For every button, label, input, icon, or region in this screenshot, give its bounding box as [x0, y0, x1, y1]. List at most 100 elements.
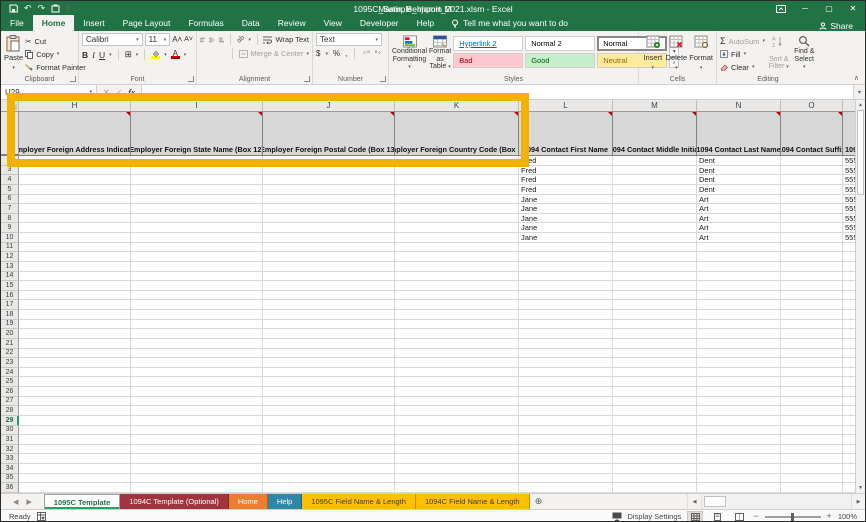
row-number[interactable]: 6	[1, 194, 19, 205]
cell-O24[interactable]	[781, 367, 843, 378]
underline-caret-icon[interactable]: ▾	[109, 52, 112, 58]
cell-N4[interactable]: Dent	[697, 175, 781, 185]
cell-H36[interactable]	[19, 483, 131, 493]
cell-N9[interactable]: Art	[697, 223, 781, 233]
cell-O13[interactable]	[781, 261, 843, 272]
cell-I19[interactable]	[131, 319, 263, 330]
display-settings-label[interactable]: Display Settings	[628, 512, 682, 521]
cell-L7[interactable]: Jane	[519, 204, 613, 214]
cell-H7[interactable]	[19, 204, 131, 214]
cell-N13[interactable]	[697, 261, 781, 272]
cell-K8[interactable]	[395, 213, 519, 224]
column-header-M[interactable]: M	[613, 100, 697, 111]
cell-M31[interactable]	[613, 435, 697, 445]
cell-H17[interactable]	[19, 300, 131, 310]
normal-view-icon[interactable]	[687, 511, 704, 521]
cell-K28[interactable]	[395, 406, 519, 416]
cell-L19[interactable]	[519, 319, 613, 330]
increase-decimal-icon[interactable]: ⁘⁰	[362, 50, 369, 57]
cell-J8[interactable]	[263, 213, 395, 224]
header-cell-H[interactable]: Employer Foreign Address Indicator	[19, 112, 131, 155]
cell-N14[interactable]	[697, 271, 781, 282]
cell-N2[interactable]: Dent	[697, 156, 781, 166]
cell-M18[interactable]	[613, 310, 697, 320]
sheet-tab-1095c-template[interactable]: 1095C Template	[43, 494, 121, 509]
cell-H5[interactable]	[19, 184, 131, 195]
cell-J33[interactable]	[263, 454, 395, 464]
cell-N11[interactable]	[697, 242, 781, 253]
cell-O2[interactable]	[781, 156, 843, 166]
cell-H4[interactable]	[19, 175, 131, 185]
row-number[interactable]: 19	[1, 319, 19, 330]
cell-L31[interactable]	[519, 435, 613, 445]
number-format-combo[interactable]: Text ▾	[316, 33, 382, 46]
cell-style-hyperlink-2[interactable]: Hyperlink 2	[453, 36, 524, 51]
cell-J20[interactable]	[263, 329, 395, 339]
cell-O10[interactable]	[781, 233, 843, 243]
cell-O16[interactable]	[781, 290, 843, 301]
increase-indent-icon[interactable]	[225, 50, 227, 58]
cell-I23[interactable]	[131, 358, 263, 368]
page-break-view-icon[interactable]	[731, 511, 747, 521]
cell-O23[interactable]	[781, 358, 843, 368]
cell-J22[interactable]	[263, 348, 395, 359]
cell-K35[interactable]	[395, 473, 519, 484]
borders-icon[interactable]: ⊞	[125, 48, 132, 61]
cell-L35[interactable]	[519, 473, 613, 484]
cell-L12[interactable]	[519, 252, 613, 262]
new-sheet-icon[interactable]: ⊕	[530, 494, 548, 509]
cell-L32[interactable]	[519, 444, 613, 455]
scroll-down-icon[interactable]: ▼	[856, 483, 865, 493]
header-cell-K[interactable]: Employer Foreign Country Code (Box 13)	[395, 112, 519, 155]
cell-O14[interactable]	[781, 271, 843, 282]
cell-M24[interactable]	[613, 367, 697, 378]
cell-J5[interactable]	[263, 184, 395, 195]
cell-H25[interactable]	[19, 377, 131, 387]
cell-K34[interactable]	[395, 464, 519, 474]
font-color-button[interactable]: A	[170, 50, 180, 59]
header-cell-J[interactable]: Employer Foreign Postal Code (Box 13)	[263, 112, 395, 155]
cell-I28[interactable]	[131, 406, 263, 416]
cell-J13[interactable]	[263, 261, 395, 272]
tab-view[interactable]: View	[315, 15, 351, 31]
scroll-right-icon[interactable]: ▶	[851, 494, 865, 509]
cell-N27[interactable]	[697, 396, 781, 407]
cell-L13[interactable]	[519, 261, 613, 272]
zoom-in-icon[interactable]: +	[827, 512, 832, 521]
cell-H10[interactable]	[19, 233, 131, 243]
cell-N15[interactable]	[697, 281, 781, 291]
row-number[interactable]: 34	[1, 464, 19, 474]
cell-M6[interactable]	[613, 194, 697, 205]
cell-O4[interactable]	[781, 175, 843, 185]
cell-L16[interactable]	[519, 290, 613, 301]
cell-L20[interactable]	[519, 329, 613, 339]
row-number[interactable]: 8	[1, 213, 19, 224]
cell-M2[interactable]	[613, 156, 697, 166]
cell-L9[interactable]: Jane	[519, 223, 613, 233]
cell-I14[interactable]	[131, 271, 263, 282]
vertical-scroll-thumb[interactable]	[857, 110, 864, 195]
cell-J23[interactable]	[263, 358, 395, 368]
cell-N30[interactable]	[697, 425, 781, 436]
cell-I24[interactable]	[131, 367, 263, 378]
cell-O17[interactable]	[781, 300, 843, 310]
header-cell-M[interactable]: 1094 Contact Middle Initial	[613, 112, 697, 155]
enter-icon[interactable]: ✓	[116, 88, 123, 97]
cell-J25[interactable]	[263, 377, 395, 387]
cell-K32[interactable]	[395, 444, 519, 455]
decrease-indent-icon[interactable]	[221, 50, 222, 58]
cell-style-bad[interactable]: Bad	[453, 53, 524, 68]
cell-H3[interactable]	[19, 165, 131, 176]
cell-K3[interactable]	[395, 165, 519, 176]
cell-L8[interactable]: Jane	[519, 213, 613, 224]
scroll-up-icon[interactable]: ▲	[856, 100, 865, 110]
zoom-slider[interactable]	[764, 512, 821, 521]
row-number[interactable]: 35	[1, 473, 19, 484]
cell-K18[interactable]	[395, 310, 519, 320]
cell-O11[interactable]	[781, 242, 843, 253]
cell-K11[interactable]	[395, 242, 519, 253]
cell-K31[interactable]	[395, 435, 519, 445]
cell-M19[interactable]	[613, 319, 697, 330]
cell-O20[interactable]	[781, 329, 843, 339]
cell-I31[interactable]	[131, 435, 263, 445]
